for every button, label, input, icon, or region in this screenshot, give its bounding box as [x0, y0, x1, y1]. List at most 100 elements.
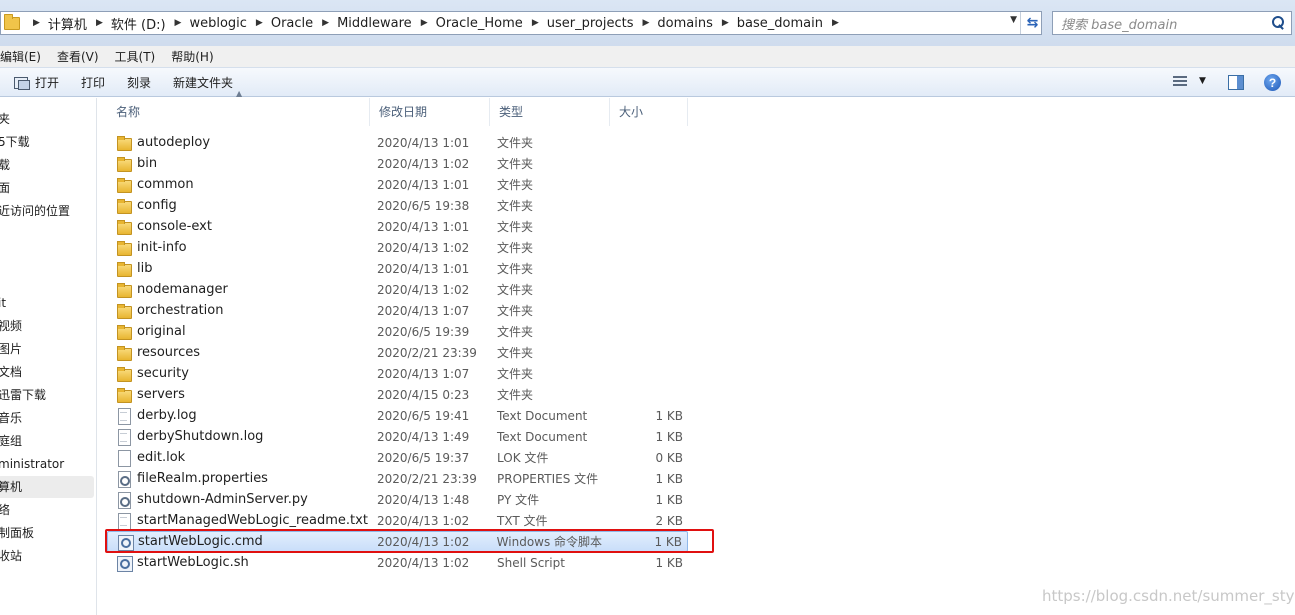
address-bar[interactable]: ▶ 计算机 ▶ 软件 (D:) ▶ weblogic ▶ Oracle ▶ Middleware ▶…	[0, 11, 1042, 35]
open-button[interactable]: 打开	[14, 74, 70, 91]
nav-item[interactable]: 夹	[0, 108, 95, 130]
script-icon	[116, 555, 133, 572]
folder-icon	[116, 261, 132, 277]
help-icon[interactable]: ?	[1264, 74, 1281, 91]
column-type[interactable]: 类型	[490, 98, 610, 126]
file-row[interactable]: lib 2020/4/13 1:01 文件夹	[107, 258, 688, 279]
nav-item[interactable]: 音乐	[0, 407, 95, 429]
file-row[interactable]: orchestration 2020/4/13 1:07 文件夹	[107, 300, 688, 321]
breadcrumb-item[interactable]: ▶ user_projects	[523, 12, 634, 34]
file-row[interactable]: fileRealm.properties 2020/2/21 23:39 PROPE…	[107, 468, 688, 489]
breadcrumb-item[interactable]: ▶ weblogic	[166, 12, 247, 34]
new-folder-button[interactable]: 新建文件夹	[162, 74, 244, 91]
file-name: bin	[137, 156, 158, 171]
file-row[interactable]: servers 2020/4/15 0:23 文件夹	[107, 384, 688, 405]
breadcrumb-item[interactable]: ▶ domains	[633, 12, 712, 34]
file-row[interactable]: derby.log 2020/6/5 19:41 Text Document 1 KB	[107, 405, 688, 426]
view-options-icon[interactable]	[1173, 76, 1189, 89]
nav-item[interactable]: 视频	[0, 315, 95, 337]
nav-item[interactable]: ministrator	[0, 453, 95, 475]
breadcrumb-item[interactable]: ▶ 软件 (D:)	[87, 12, 166, 34]
nav-item[interactable]: 收站	[0, 545, 95, 567]
nav-item[interactable]: 图片	[0, 338, 95, 360]
breadcrumb-item[interactable]: ▶ 计算机	[24, 12, 87, 34]
chevron-right-icon[interactable]: ▶	[823, 18, 847, 28]
chevron-right-icon[interactable]: ▶	[412, 18, 436, 28]
breadcrumb-label: weblogic	[189, 15, 247, 31]
nav-item[interactable]: 面	[0, 177, 95, 199]
file-row[interactable]: console-ext 2020/4/13 1:01 文件夹	[107, 216, 688, 237]
file-row[interactable]: shutdown-AdminServer.py 2020/4/13 1:48 PY …	[107, 489, 688, 510]
file-date: 2020/6/5 19:41	[377, 408, 470, 423]
breadcrumb-item[interactable]: ▶ Oracle_Home	[412, 12, 523, 34]
file-row[interactable]: config 2020/6/5 19:38 文件夹	[107, 195, 688, 216]
menu-edit[interactable]: 编辑(E)	[0, 48, 49, 65]
file-type: PY 文件	[497, 493, 540, 507]
burn-button[interactable]: 刻录	[116, 74, 162, 91]
cfg-icon	[116, 491, 132, 509]
folder-icon	[116, 387, 132, 403]
preview-pane-icon[interactable]	[1228, 75, 1244, 90]
nav-item[interactable]: 5下载	[0, 131, 95, 153]
breadcrumb-item[interactable]: ▶ Middleware	[313, 12, 412, 34]
folder-icon	[4, 13, 20, 30]
menu-view[interactable]: 查看(V)	[49, 48, 107, 65]
file-row[interactable]: common 2020/4/13 1:01 文件夹	[107, 174, 688, 195]
file-type: Text Document	[497, 408, 588, 423]
folder-icon	[116, 135, 132, 151]
file-date: 2020/4/13 1:02	[377, 156, 470, 171]
chevron-right-icon[interactable]: ▶	[87, 18, 111, 28]
menu-help[interactable]: 帮助(H)	[163, 48, 221, 65]
file-row[interactable]: edit.lok 2020/6/5 19:37 LOK 文件 0 KB	[107, 447, 688, 468]
breadcrumb-item[interactable]: ▶ base_domain	[713, 12, 823, 34]
file-date: 2020/4/13 1:07	[377, 366, 470, 381]
file-row[interactable]: nodemanager 2020/4/13 1:02 文件夹	[107, 279, 688, 300]
menu-tools[interactable]: 工具(T)	[107, 48, 164, 65]
file-row[interactable]: bin 2020/4/13 1:02 文件夹	[107, 153, 688, 174]
column-name[interactable]: ▲ 名称	[107, 89, 370, 126]
file-row[interactable]: autodeploy 2020/4/13 1:01 文件夹	[107, 132, 688, 153]
file-date: 2020/4/13 1:02	[377, 513, 470, 528]
file-type: 文件夹	[497, 262, 534, 276]
nav-item[interactable]: it	[0, 292, 95, 314]
chevron-right-icon[interactable]: ▶	[24, 18, 48, 28]
nav-item[interactable]: 迅雷下载	[0, 384, 95, 406]
chevron-right-icon[interactable]: ▶	[247, 18, 271, 28]
print-button[interactable]: 打印	[70, 74, 116, 91]
chevron-right-icon[interactable]: ▶	[313, 18, 337, 28]
highlight-annotation	[105, 529, 714, 553]
file-row[interactable]: security 2020/4/13 1:07 文件夹	[107, 363, 688, 384]
file-date: 2020/4/15 0:23	[377, 387, 470, 402]
file-row[interactable]: startManagedWebLogic_readme.txt 2020/4/13…	[107, 510, 688, 531]
file-name-cell: orchestration	[107, 303, 370, 319]
nav-item[interactable]: 算机	[0, 476, 94, 498]
file-date: 2020/4/13 1:02	[377, 240, 470, 255]
breadcrumb-item[interactable]: ▶ Oracle	[247, 12, 313, 34]
file-name: config	[137, 198, 177, 213]
column-date[interactable]: 修改日期	[370, 98, 490, 126]
refresh-icon[interactable]: ⇆	[1020, 12, 1044, 34]
column-size[interactable]: 大小	[610, 98, 688, 126]
chevron-down-icon[interactable]: ▼	[1199, 76, 1206, 86]
chevron-down-icon[interactable]: ▼	[1010, 15, 1017, 25]
file-name: derbyShutdown.log	[137, 429, 264, 444]
chevron-right-icon[interactable]: ▶	[523, 18, 547, 28]
search-input[interactable]: 搜索 base_domain	[1052, 11, 1292, 35]
file-type: Shell Script	[497, 555, 565, 570]
file-row[interactable]: derbyShutdown.log 2020/4/13 1:49 Text Docu…	[107, 426, 688, 447]
chevron-right-icon[interactable]: ▶	[713, 18, 737, 28]
nav-item[interactable]: 近访问的位置	[0, 200, 95, 222]
search-icon[interactable]	[1271, 16, 1285, 30]
chevron-right-icon[interactable]: ▶	[633, 18, 657, 28]
nav-item[interactable]: 文档	[0, 361, 95, 383]
file-type: 文件夹	[497, 304, 534, 318]
file-row[interactable]: init-info 2020/4/13 1:02 文件夹	[107, 237, 688, 258]
nav-item[interactable]: 制面板	[0, 522, 95, 544]
nav-item[interactable]: 络	[0, 499, 95, 521]
chevron-right-icon[interactable]: ▶	[166, 18, 190, 28]
nav-item[interactable]: 载	[0, 154, 95, 176]
file-row[interactable]: startWebLogic.sh 2020/4/13 1:02 Shell Scri…	[107, 552, 688, 573]
nav-item[interactable]: 庭组	[0, 430, 95, 452]
file-row[interactable]: resources 2020/2/21 23:39 文件夹	[107, 342, 688, 363]
file-row[interactable]: original 2020/6/5 19:39 文件夹	[107, 321, 688, 342]
